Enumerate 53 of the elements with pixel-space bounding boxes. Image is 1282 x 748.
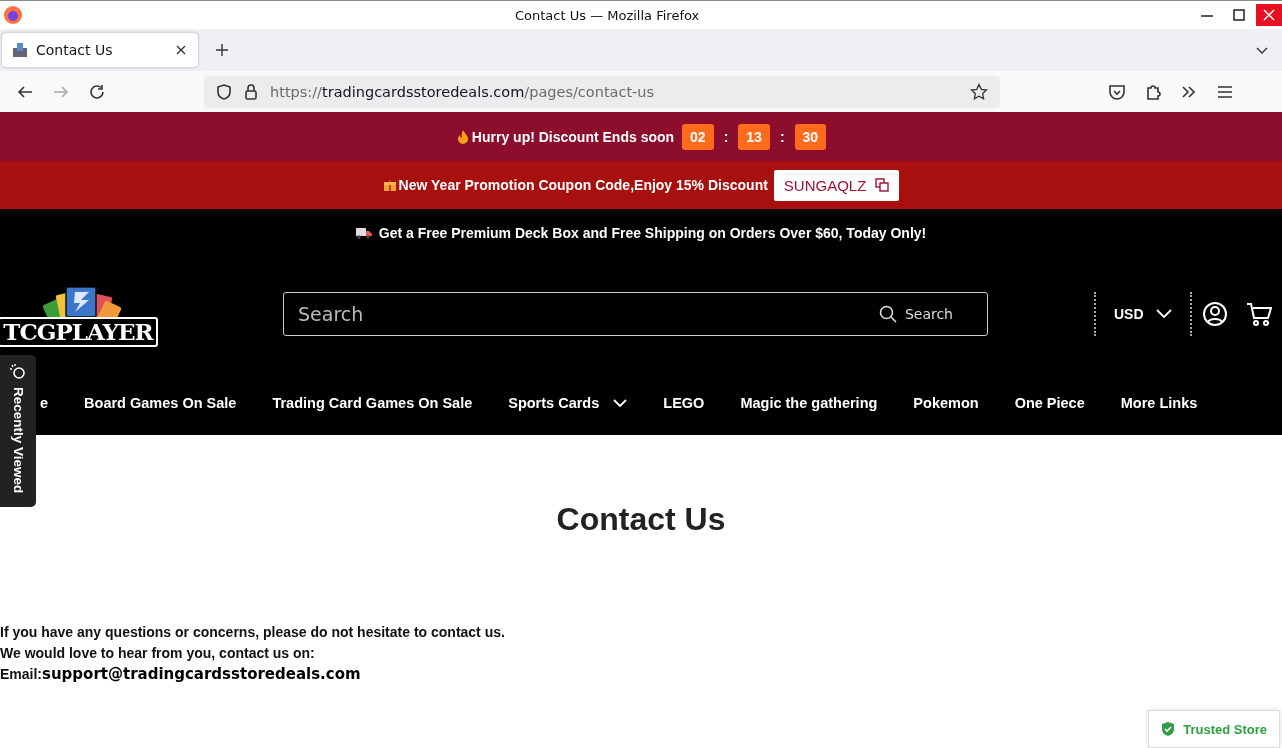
page-title: Contact Us: [555, 501, 727, 538]
lock-icon[interactable]: [244, 82, 258, 101]
nav-link[interactable]: Sports Cards: [508, 395, 628, 411]
countdown-digits: 30: [794, 123, 827, 150]
nav-link[interactable]: Magic the gathering: [740, 395, 878, 411]
body-text: If you have any questions or concerns, please do not hesitate to contact us.: [0, 623, 506, 642]
nav-link[interactable]: Trading Card Games On Sale: [272, 395, 473, 411]
puzzle-piece-icon[interactable]: [1144, 82, 1162, 101]
browser-tab[interactable]: Contact Us: [2, 33, 198, 67]
gift-icon: [382, 178, 397, 192]
reload-icon[interactable]: [88, 82, 106, 101]
email-link[interactable]: support@tradingcardsstoredeals.com: [42, 665, 361, 683]
truck-icon: [355, 227, 372, 239]
nav-link[interactable]: e: [40, 395, 49, 411]
fire-icon: [455, 128, 470, 145]
new-tab-icon[interactable]: [214, 42, 230, 58]
email-label: Email:: [0, 666, 42, 682]
shield-icon[interactable]: [216, 82, 232, 101]
url-text: https://tradingcardsstoredeals.com/pages/contact-us: [270, 83, 655, 100]
search-icon: [878, 305, 897, 323]
currency-selector[interactable]: USD: [1094, 292, 1192, 336]
window-title: Contact Us — Mozilla Firefox: [515, 7, 700, 23]
pocket-icon[interactable]: [1108, 82, 1126, 101]
countdown-separator: :: [723, 128, 729, 145]
search-button[interactable]: Search: [872, 304, 959, 324]
nav-link[interactable]: LEGO: [663, 395, 705, 411]
nav-link[interactable]: Board Games On Sale: [84, 395, 237, 411]
coupon-code-button[interactable]: SUNGAQLZ: [773, 169, 900, 201]
close-icon[interactable]: [1256, 4, 1282, 26]
nav-link[interactable]: Pokemon: [913, 395, 979, 411]
countdown-separator: :: [779, 128, 785, 145]
countdown-digits: 13: [738, 123, 770, 150]
nav-link[interactable]: More Links: [1120, 395, 1198, 411]
close-tab-icon[interactable]: [174, 43, 188, 57]
body-text: We would love to hear from you, contact us on:: [0, 644, 316, 663]
chevron-down-icon: [1155, 309, 1172, 319]
recently-viewed-tab[interactable]: Recently Viewed: [0, 355, 36, 507]
shipping-promo-text: Get a Free Premium Deck Box and Free Shipping on Orders Over $60, Today Only!: [378, 225, 927, 241]
firefox-logo-icon: [3, 5, 23, 25]
address-bar[interactable]: https://tradingcardsstoredeals.com/pages/contact-us: [204, 75, 1000, 108]
star-bookmark-icon[interactable]: [970, 82, 988, 101]
nav-link[interactable]: One Piece: [1014, 395, 1085, 411]
account-icon[interactable]: [1201, 301, 1228, 327]
chevron-down-icon: [613, 398, 628, 408]
search-field[interactable]: Search Search: [283, 292, 988, 336]
countdown-digits: 02: [682, 123, 714, 150]
countdown-text: Hurry up! Discount Ends soon: [471, 128, 675, 145]
tab-title: Contact Us: [36, 42, 114, 58]
coupon-text: New Year Promotion Coupon Code,Enjoy 15% Discount: [398, 177, 768, 193]
copy-icon: [875, 178, 890, 192]
cart-icon[interactable]: [1245, 301, 1272, 327]
site-favicon-icon: [12, 42, 28, 58]
shield-check-icon: [1161, 721, 1176, 737]
